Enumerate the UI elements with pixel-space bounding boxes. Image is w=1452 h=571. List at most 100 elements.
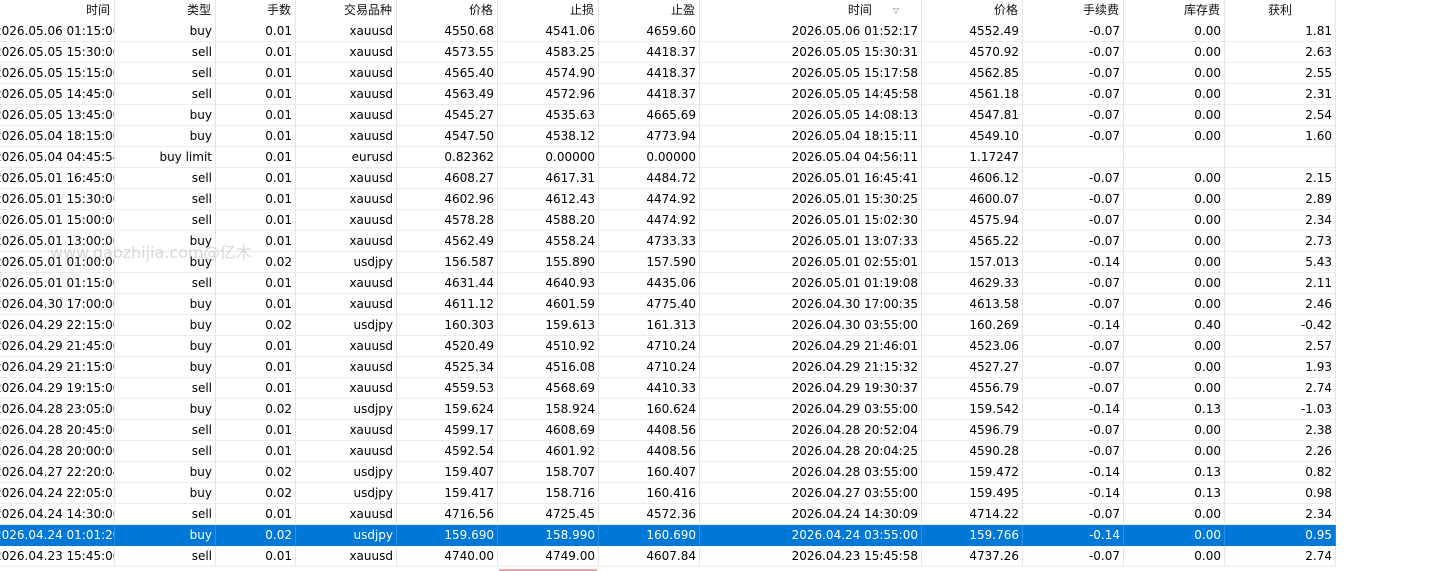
cell-volume: 0.02: [216, 483, 296, 504]
cell-swap: 0.00: [1124, 294, 1225, 315]
cell-take-profit: 4775.40: [599, 294, 700, 315]
cell-open-time: 2026.04.24 01:01:20: [0, 525, 115, 546]
cell-commission: -0.14: [1023, 462, 1124, 483]
cell-open-price: 4550.68: [397, 21, 498, 42]
cell-close-price: 4527.27: [922, 357, 1023, 378]
cell-volume: 0.01: [216, 210, 296, 231]
cell-swap: 0.00: [1124, 168, 1225, 189]
column-header-stop-loss[interactable]: 止损: [498, 0, 599, 21]
column-header-profit[interactable]: 获利: [1225, 0, 1336, 21]
cell-commission: -0.07: [1023, 63, 1124, 84]
cell-close-price: 159.495: [922, 483, 1023, 504]
cell-stop-loss: 158.716: [498, 483, 599, 504]
cell-profit: 2.74: [1225, 378, 1336, 399]
cell-stop-loss: 4601.92: [498, 441, 599, 462]
cell-type: buy: [115, 336, 216, 357]
cell-volume: 0.01: [216, 273, 296, 294]
cell-symbol: xauusd: [296, 231, 397, 252]
cell-open-price: 4547.50: [397, 126, 498, 147]
cell-open-price: 0.82362: [397, 147, 498, 168]
cell-open-time: 2026.05.01 15:00:00: [0, 210, 115, 231]
cell-commission: -0.07: [1023, 357, 1124, 378]
cell-symbol: xauusd: [296, 105, 397, 126]
cell-stop-loss: 4535.63: [498, 105, 599, 126]
cell-open-price: 4611.12: [397, 294, 498, 315]
cell-close-time: 2026.04.28 20:04:25: [700, 441, 922, 462]
cell-type: sell: [115, 273, 216, 294]
cell-open-price: 4631.44: [397, 273, 498, 294]
cell-stop-loss: 4588.20: [498, 210, 599, 231]
column-header-take-profit[interactable]: 止盈: [599, 0, 700, 21]
cell-close-time: 2026.05.05 15:30:31: [700, 42, 922, 63]
cell-open-price: 159.690: [397, 525, 498, 546]
cell-close-time: 2026.05.01 15:02:30: [700, 210, 922, 231]
cell-stop-loss: 4749.00: [498, 546, 599, 567]
cell-open-time: 2026.05.01 13:00:00: [0, 231, 115, 252]
column-header-close-time[interactable]: 时间 ▽: [700, 0, 922, 21]
cell-symbol: usdjpy: [296, 252, 397, 273]
cell-open-time: 2026.04.28 20:00:00: [0, 441, 115, 462]
cell-open-price: 4573.55: [397, 42, 498, 63]
cell-close-price: 4596.79: [922, 420, 1023, 441]
cell-volume: 0.02: [216, 315, 296, 336]
column-header-swap[interactable]: 库存费: [1124, 0, 1225, 21]
cell-profit: 1.93: [1225, 357, 1336, 378]
cell-take-profit: 4474.92: [599, 189, 700, 210]
column-header-symbol[interactable]: 交易品种: [296, 0, 397, 21]
cell-close-price: 4561.18: [922, 84, 1023, 105]
cell-symbol: xauusd: [296, 21, 397, 42]
cell-commission: -0.07: [1023, 231, 1124, 252]
cell-open-time: 2026.05.05 13:45:00: [0, 105, 115, 126]
cell-stop-loss: 155.890: [498, 252, 599, 273]
cell-profit: 2.55: [1225, 63, 1336, 84]
cell-stop-loss: 158.990: [498, 525, 599, 546]
cell-type: buy: [115, 126, 216, 147]
cell-profit: 1.81: [1225, 21, 1336, 42]
cell-profit: 2.15: [1225, 168, 1336, 189]
cell-type: sell: [115, 168, 216, 189]
cell-symbol: xauusd: [296, 84, 397, 105]
cell-commission: -0.07: [1023, 420, 1124, 441]
cell-stop-loss: 4574.90: [498, 63, 599, 84]
cell-take-profit: 4418.37: [599, 84, 700, 105]
cell-take-profit: 4710.24: [599, 357, 700, 378]
cell-close-price: 4552.49: [922, 21, 1023, 42]
cell-close-price: 4606.12: [922, 168, 1023, 189]
cell-type: buy: [115, 483, 216, 504]
cell-profit: 2.31: [1225, 84, 1336, 105]
cell-type: sell: [115, 210, 216, 231]
cell-open-time: 2026.04.30 17:00:00: [0, 294, 115, 315]
column-header-open-time[interactable]: 时间: [0, 0, 115, 21]
cell-open-time: 2026.05.05 14:45:00: [0, 84, 115, 105]
column-header-close-price[interactable]: 价格: [922, 0, 1023, 21]
cell-swap: 0.00: [1124, 504, 1225, 525]
cell-close-price: 4737.26: [922, 546, 1023, 567]
cell-swap: 0.00: [1124, 63, 1225, 84]
cell-close-time: 2026.05.01 02:55:01: [700, 252, 922, 273]
cell-stop-loss: 4541.06: [498, 21, 599, 42]
cell-open-time: 2026.04.28 23:05:00: [0, 399, 115, 420]
cell-take-profit: 161.313: [599, 315, 700, 336]
cell-volume: 0.01: [216, 63, 296, 84]
cell-stop-loss: 0.00000: [498, 147, 599, 168]
cell-swap: 0.13: [1124, 399, 1225, 420]
column-header-type[interactable]: 类型: [115, 0, 216, 21]
cell-stop-loss: 4601.59: [498, 294, 599, 315]
cell-take-profit: 157.590: [599, 252, 700, 273]
column-header-commission[interactable]: 手续费: [1023, 0, 1124, 21]
column-header-open-price[interactable]: 价格: [397, 0, 498, 21]
column-header-volume[interactable]: 手数: [216, 0, 296, 21]
cell-symbol: xauusd: [296, 168, 397, 189]
cell-close-price: 4523.06: [922, 336, 1023, 357]
cell-volume: 0.01: [216, 189, 296, 210]
cell-close-time: 2026.04.29 03:55:00: [700, 399, 922, 420]
cell-commission: -0.07: [1023, 546, 1124, 567]
cell-take-profit: 160.624: [599, 399, 700, 420]
cell-type: sell: [115, 420, 216, 441]
cell-close-time: 2026.05.01 13:07:33: [700, 231, 922, 252]
cell-symbol: xauusd: [296, 189, 397, 210]
cell-profit: 2.63: [1225, 42, 1336, 63]
cell-open-price: 156.587: [397, 252, 498, 273]
cell-symbol: xauusd: [296, 420, 397, 441]
cell-stop-loss: 4725.45: [498, 504, 599, 525]
